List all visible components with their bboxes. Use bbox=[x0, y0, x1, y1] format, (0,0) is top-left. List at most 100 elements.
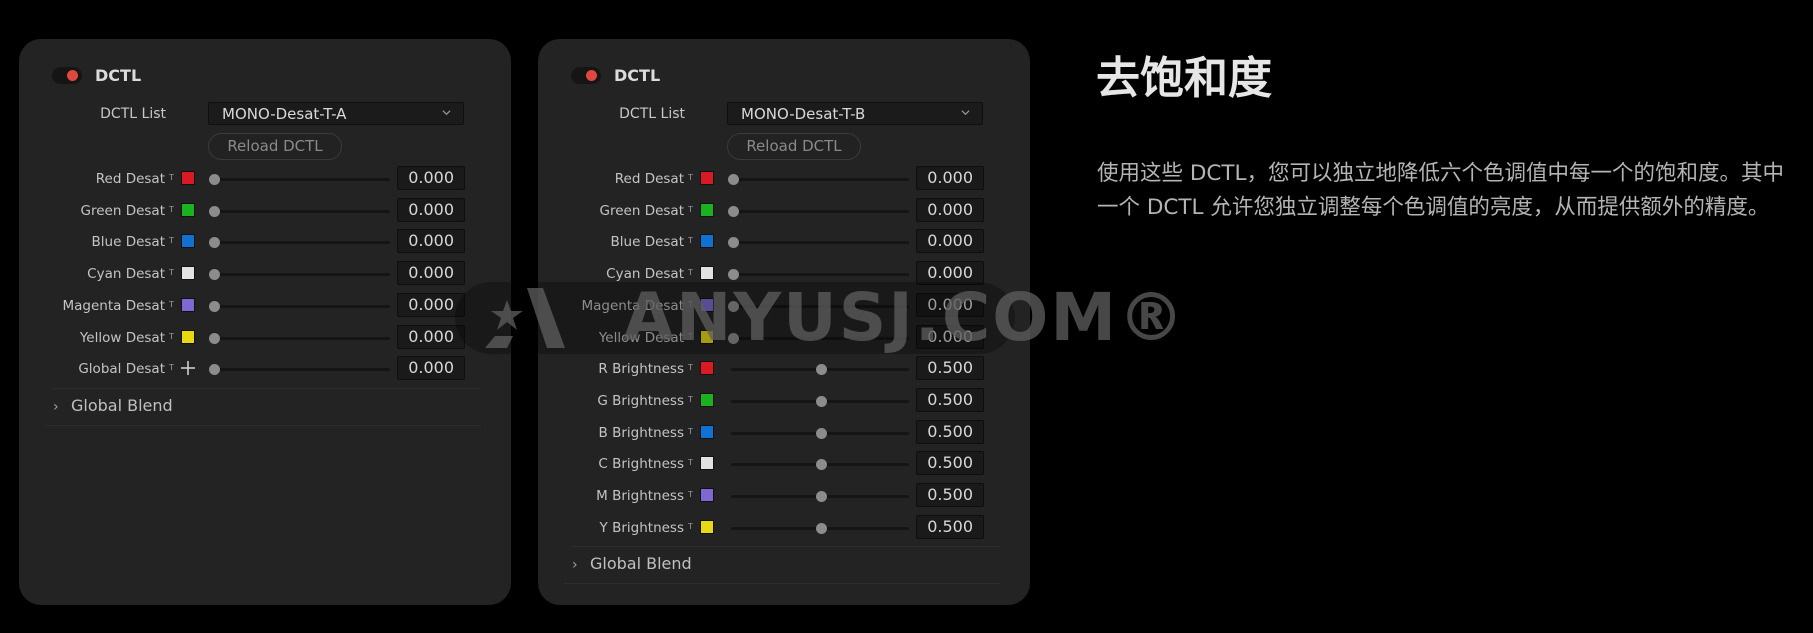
parameter-slider[interactable] bbox=[731, 304, 909, 308]
parameter-value-field[interactable]: 0.000 bbox=[916, 324, 984, 349]
parameter-slider[interactable] bbox=[731, 241, 909, 245]
parameter-slider[interactable] bbox=[731, 336, 909, 340]
color-swatch bbox=[181, 234, 195, 249]
slider-handle[interactable] bbox=[816, 459, 827, 471]
panel-title: DCTL bbox=[95, 66, 142, 85]
parameter-value-field[interactable]: 0.500 bbox=[916, 483, 984, 507]
chevron-right-icon: › bbox=[572, 557, 578, 574]
parameter-value-field[interactable]: 0.000 bbox=[916, 229, 984, 254]
parameter-row: Yellow Desat T 0.000 bbox=[19, 324, 511, 352]
parameter-value-field[interactable]: 0.000 bbox=[916, 166, 984, 190]
dctl-list-value: MONO-Desat-T-A bbox=[222, 105, 347, 123]
parameter-value-field[interactable]: 0.500 bbox=[916, 514, 984, 539]
slider-handle[interactable] bbox=[209, 364, 220, 376]
slider-handle[interactable] bbox=[209, 205, 220, 217]
slider-handle[interactable] bbox=[728, 237, 739, 249]
parameter-value-field[interactable]: 0.000 bbox=[916, 197, 984, 222]
parameter-value-field[interactable]: 0.000 bbox=[397, 166, 465, 190]
dctl-list-dropdown[interactable]: MONO-Desat-T-A bbox=[208, 102, 464, 125]
parameter-value-field[interactable]: 0.000 bbox=[397, 261, 465, 286]
reload-dctl-button[interactable]: Reload DCTL bbox=[727, 133, 861, 160]
chevron-down-icon bbox=[442, 110, 451, 116]
parameter-row: C Brightness T 0.500 bbox=[538, 450, 1030, 478]
slider-handle[interactable] bbox=[728, 205, 739, 217]
parameter-slider[interactable] bbox=[212, 304, 390, 308]
parameter-row: Blue Desat T 0.000 bbox=[19, 228, 511, 256]
parameter-value-field[interactable]: 0.000 bbox=[397, 229, 465, 254]
color-swatch bbox=[700, 519, 714, 534]
parameter-label: Red Desat bbox=[614, 171, 684, 187]
text-marker-icon: T bbox=[688, 394, 693, 404]
global-blend-section[interactable]: › Global Blend bbox=[572, 554, 692, 575]
text-marker-icon: T bbox=[169, 268, 174, 278]
color-swatch bbox=[700, 456, 714, 471]
parameter-label: C Brightness bbox=[598, 456, 684, 473]
slider-handle[interactable] bbox=[816, 395, 827, 407]
parameter-label: M Brightness bbox=[596, 488, 684, 504]
section-divider bbox=[564, 583, 1000, 585]
text-marker-icon: T bbox=[688, 521, 693, 531]
color-swatch bbox=[181, 297, 195, 312]
slider-handle[interactable] bbox=[209, 300, 220, 312]
parameter-value-field[interactable]: 0.500 bbox=[916, 419, 984, 444]
color-swatch bbox=[700, 297, 714, 312]
parameter-value-field[interactable]: 0.000 bbox=[397, 197, 465, 222]
parameter-slider[interactable] bbox=[212, 336, 390, 340]
color-swatch bbox=[700, 266, 714, 281]
parameter-row: Cyan Desat T 0.000 bbox=[19, 260, 511, 288]
color-swatch bbox=[700, 171, 714, 185]
text-marker-icon: T bbox=[688, 268, 693, 278]
slider-handle[interactable] bbox=[209, 237, 220, 249]
parameter-row: G Brightness T 0.500 bbox=[538, 387, 1030, 415]
slider-handle[interactable] bbox=[816, 364, 827, 376]
parameter-value-field[interactable]: 0.000 bbox=[397, 324, 465, 349]
dctl-panel-a: DCTL DCTL List MONO-Desat-T-A Reload DCTL Re… bbox=[19, 39, 511, 605]
parameter-value-field[interactable]: 0.500 bbox=[916, 387, 984, 412]
slider-handle[interactable] bbox=[816, 427, 827, 439]
dctl-list-value: MONO-Desat-T-B bbox=[741, 105, 866, 123]
parameter-slider[interactable] bbox=[212, 241, 390, 245]
enable-toggle[interactable] bbox=[52, 67, 82, 84]
slider-handle[interactable] bbox=[209, 332, 220, 344]
toggle-indicator bbox=[67, 70, 78, 81]
text-marker-icon: T bbox=[688, 458, 693, 468]
parameter-value-field[interactable]: 0.500 bbox=[916, 356, 984, 381]
parameter-row: Red Desat T 0.000 bbox=[538, 165, 1030, 193]
parameter-value-field[interactable]: 0.000 bbox=[916, 261, 984, 286]
enable-toggle[interactable] bbox=[571, 67, 601, 84]
global-blend-section[interactable]: › Global Blend bbox=[53, 396, 173, 417]
parameter-slider[interactable] bbox=[731, 273, 909, 277]
parameter-slider[interactable] bbox=[731, 178, 909, 181]
slider-handle[interactable] bbox=[209, 269, 220, 281]
parameter-value-field[interactable]: 0.000 bbox=[397, 356, 465, 381]
section-divider bbox=[53, 387, 481, 389]
slider-handle[interactable] bbox=[728, 300, 739, 312]
parameter-slider[interactable] bbox=[731, 209, 909, 213]
parameter-slider[interactable] bbox=[212, 178, 390, 181]
reload-dctl-button[interactable]: Reload DCTL bbox=[208, 133, 342, 160]
text-marker-icon: T bbox=[169, 331, 174, 341]
dctl-list-dropdown[interactable]: MONO-Desat-T-B bbox=[727, 102, 983, 125]
parameter-slider[interactable] bbox=[212, 273, 390, 277]
color-swatch bbox=[700, 329, 714, 344]
slider-handle[interactable] bbox=[728, 174, 739, 185]
parameter-value-field[interactable]: 0.500 bbox=[916, 451, 984, 476]
parameter-row: Green Desat T 0.000 bbox=[538, 197, 1030, 225]
text-marker-icon: T bbox=[688, 299, 693, 309]
slider-handle[interactable] bbox=[728, 332, 739, 344]
slider-handle[interactable] bbox=[816, 522, 827, 534]
parameter-slider[interactable] bbox=[212, 368, 390, 372]
parameter-slider[interactable] bbox=[212, 209, 390, 213]
slider-handle[interactable] bbox=[816, 491, 827, 502]
text-marker-icon: T bbox=[169, 173, 174, 182]
text-marker-icon: T bbox=[688, 426, 693, 436]
slider-handle[interactable] bbox=[728, 269, 739, 281]
parameter-label: Magenta Desat bbox=[62, 297, 165, 314]
parameter-label: Cyan Desat bbox=[87, 266, 165, 283]
color-swatch bbox=[700, 361, 714, 376]
color-swatch bbox=[181, 171, 195, 185]
parameter-value-field[interactable]: 0.000 bbox=[397, 292, 465, 317]
parameter-value-field[interactable]: 0.000 bbox=[916, 292, 984, 317]
parameter-label: G Brightness bbox=[597, 392, 684, 409]
slider-handle[interactable] bbox=[209, 174, 220, 185]
